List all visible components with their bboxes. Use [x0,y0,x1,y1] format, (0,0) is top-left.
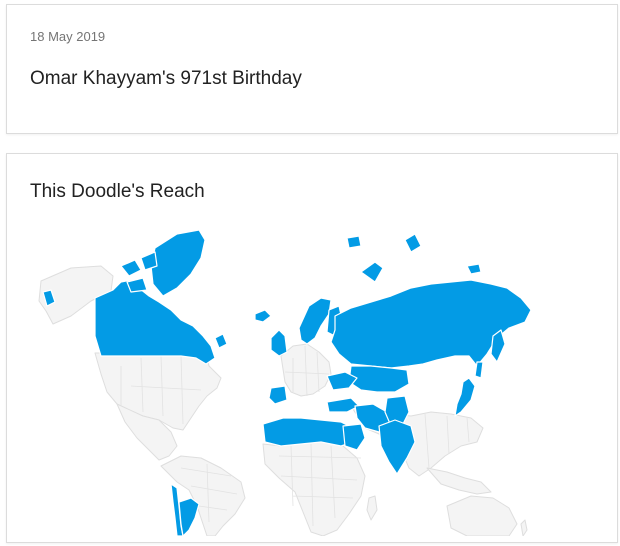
land-australia [446,495,518,536]
reach-argentina [178,497,200,536]
reach-greenland [150,229,206,297]
reach-iceland [254,309,272,323]
doodle-reach-card: This Doodle's Reach [6,153,618,543]
reach-kazakhstan [348,365,410,393]
reach-new-siberian [466,263,482,275]
reach-canada-arctic-1 [120,259,142,277]
doodle-date: 18 May 2019 [30,29,106,44]
reach-scandinavia [298,297,332,345]
land-madagascar [366,495,378,521]
land-usa [94,352,222,431]
world-map [38,229,531,536]
doodle-title: Omar Khayyam's 971st Birthday [30,68,302,89]
reach-japan [454,377,476,417]
reach-title: This Doodle's Reach [30,181,205,202]
land-southeast-asia [426,467,492,495]
doodle-info-card: 18 May 2019 Omar Khayyam's 971st Birthda… [6,4,618,134]
reach-arabian-peninsula [342,423,366,451]
reach-canada-arctic-2 [140,251,158,271]
reach-north-africa [262,417,354,447]
reach-novaya-zemlya [360,261,384,283]
reach-svalbard [346,235,362,249]
reach-sakhalin [474,361,484,379]
land-africa [262,441,366,536]
reach-uk-ireland [270,329,288,357]
land-new-zealand [520,519,528,536]
reach-portugal-spain [268,385,288,405]
reach-canada-newfoundland [214,333,228,349]
reach-canada [94,279,216,365]
reach-franz-josef [404,233,422,253]
reach-russia [330,279,531,369]
